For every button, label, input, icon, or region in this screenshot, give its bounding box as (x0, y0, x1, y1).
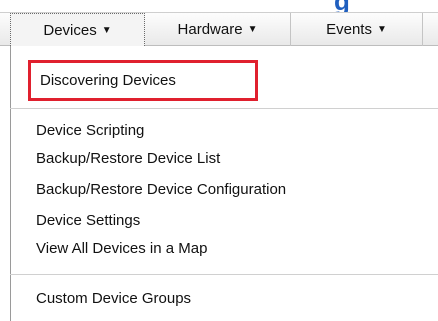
menu-hardware-label: Hardware (177, 21, 243, 38)
page-header-strip: g (0, 0, 438, 12)
menu-separator (10, 108, 438, 109)
menu-devices-label: Devices (43, 21, 97, 39)
menu-events-label: Events (326, 21, 372, 38)
chevron-down-icon: ▼ (376, 24, 387, 35)
menu-events[interactable]: Events ▼ (291, 13, 423, 46)
page-heading-partial: g (334, 0, 350, 12)
menu-item-device-settings[interactable]: Device Settings (36, 212, 140, 230)
menu-item-view-all-devices-map[interactable]: View All Devices in a Map (36, 240, 207, 258)
menu-separator (10, 274, 438, 275)
menu-item-backup-restore-device-list[interactable]: Backup/Restore Device List (36, 150, 220, 168)
menu-item-backup-restore-device-configuration[interactable]: Backup/Restore Device Configuration (36, 181, 286, 199)
menu-item-custom-device-groups[interactable]: Custom Device Groups (36, 290, 191, 308)
page-left-edge (0, 46, 10, 321)
menu-hardware[interactable]: Hardware ▼ (145, 13, 291, 46)
menu-devices[interactable]: Devices ▼ (10, 13, 145, 46)
menu-item-device-scripting[interactable]: Device Scripting (36, 122, 144, 140)
chevron-down-icon: ▼ (247, 24, 258, 35)
menu-bar: Devices ▼ Hardware ▼ Events ▼ (0, 12, 438, 46)
chevron-down-icon: ▼ (101, 24, 112, 36)
menu-item-discovering-devices[interactable]: Discovering Devices (40, 72, 176, 90)
